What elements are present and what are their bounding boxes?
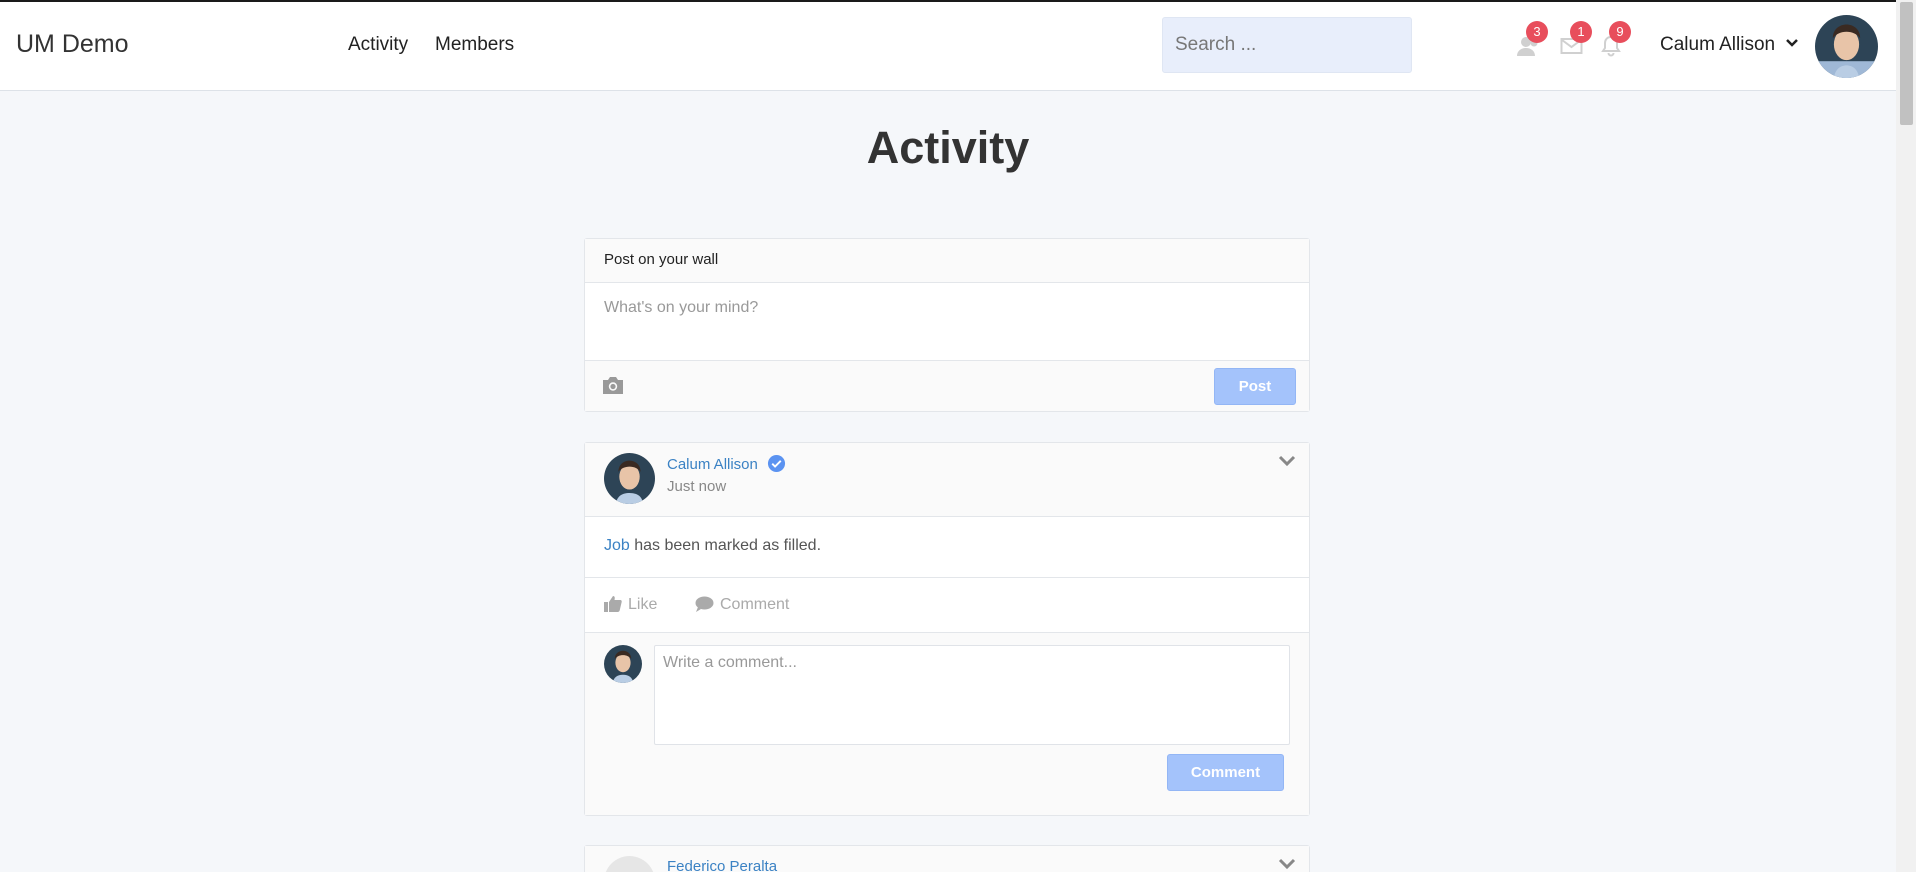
user-avatar[interactable] [1815,15,1878,78]
chevron-down-icon[interactable] [1278,858,1296,870]
comment-icon [695,596,714,612]
messages-button[interactable]: 1 [1560,21,1592,57]
activity-item-2: Federico Peralta [584,845,1310,872]
chevron-down-icon[interactable] [1278,455,1296,467]
navbar: UM Demo Activity Members 3 1 9 Calum All… [0,2,1896,91]
post-body: Job has been marked as filled. [585,517,1309,578]
page-title: Activity [866,122,1030,173]
author-name[interactable]: Federico Peralta [667,858,777,872]
author-avatar-placeholder[interactable] [604,856,655,872]
search-input[interactable] [1162,17,1412,73]
author-avatar[interactable] [604,453,655,504]
activity-item: Calum Allison Just now Job has been mark… [584,442,1310,816]
comment-label: Comment [720,596,790,613]
friend-requests-button[interactable]: 3 [1516,21,1548,57]
scrollbar[interactable] [1896,0,1916,872]
comment-input[interactable] [654,645,1290,745]
post-timestamp: Just now [667,478,727,495]
user-menu-name[interactable]: Calum Allison [1660,34,1775,56]
author-name[interactable]: Calum Allison [667,456,758,473]
post-input[interactable] [604,299,1290,339]
friends-badge: 3 [1526,21,1548,43]
job-link[interactable]: Job [604,537,630,554]
post-text: has been marked as filled. [629,537,822,554]
verified-icon [767,454,786,473]
comment-form: Comment [585,633,1309,815]
post-box-header: Post on your wall [585,239,1309,283]
comment-toggle-button[interactable]: Comment [695,596,789,614]
chevron-down-icon[interactable] [1785,36,1799,52]
notifications-button[interactable]: 9 [1599,21,1631,57]
thumbs-up-icon [604,596,622,612]
post-button[interactable]: Post [1214,368,1296,405]
like-label: Like [628,596,658,613]
brand-logo[interactable]: UM Demo [16,30,129,59]
notifications-badge: 9 [1609,21,1631,43]
like-button[interactable]: Like [604,596,657,614]
commenter-avatar [604,645,642,683]
post-box: Post on your wall Post [584,238,1310,412]
messages-badge: 1 [1570,21,1592,43]
comment-submit-button[interactable]: Comment [1167,754,1284,791]
scrollbar-thumb[interactable] [1900,2,1913,125]
nav-members[interactable]: Members [435,34,514,56]
nav-activity[interactable]: Activity [348,34,408,56]
camera-icon[interactable] [601,374,625,396]
